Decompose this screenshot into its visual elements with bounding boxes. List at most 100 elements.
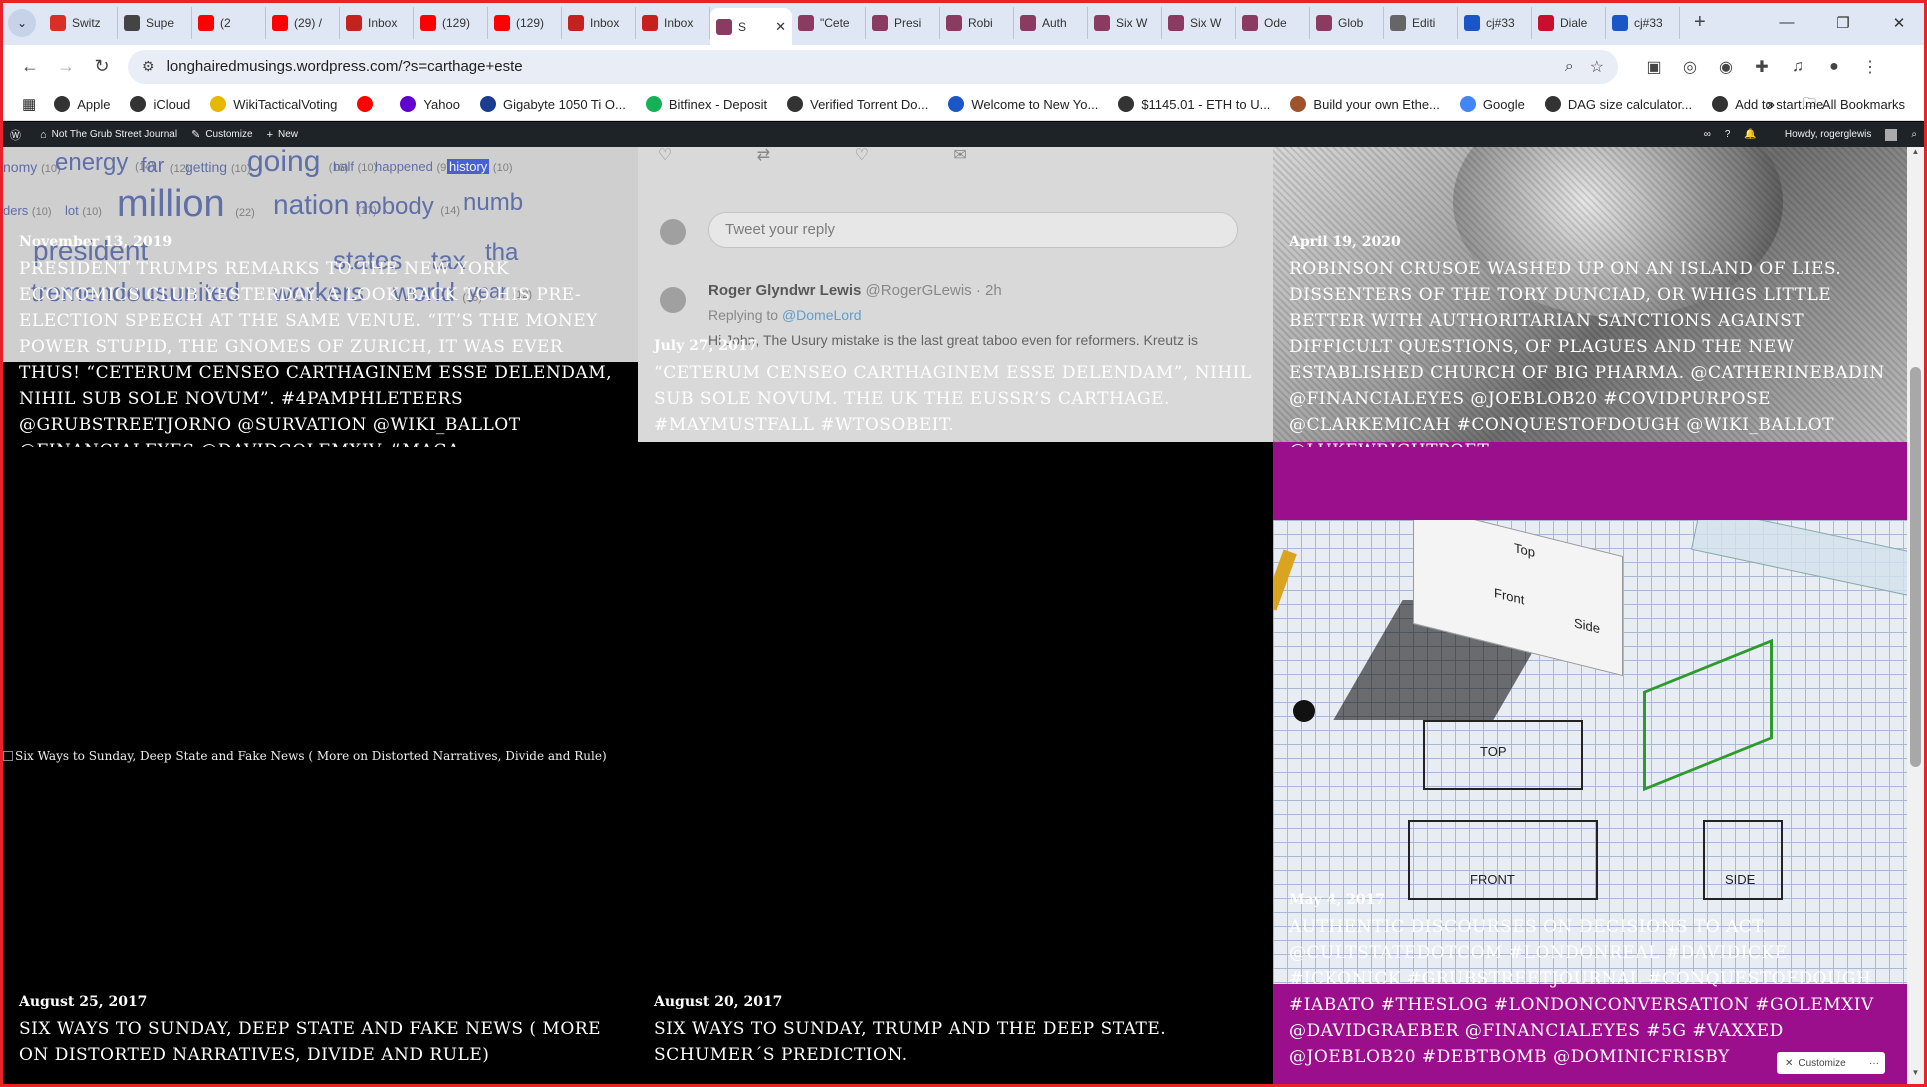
menu-kebab-icon[interactable]: ⋮: [1852, 57, 1888, 77]
zoom-icon[interactable]: ⌕: [1565, 58, 1574, 76]
tab-item[interactable]: Robi: [940, 6, 1014, 39]
extension-icon[interactable]: ◎: [1672, 57, 1708, 77]
tab-item[interactable]: Inbox: [562, 6, 636, 39]
post-caption[interactable]: August 25, 2017 Six Ways to Sunday, Deep…: [3, 987, 638, 1084]
post-date: May 4, 2017: [1289, 892, 1386, 908]
new-content-link[interactable]: + New: [267, 129, 298, 141]
bookmark-item[interactable]: iCloud: [130, 96, 190, 112]
address-bar[interactable]: ⚙ longhairedmusings.wordpress.com/?s=car…: [128, 49, 1618, 84]
bookmark-icon: [1612, 14, 1628, 31]
bookmark-favicon-icon: [54, 96, 71, 112]
customize-link[interactable]: ✎ Customize: [191, 128, 252, 141]
bookmark-item[interactable]: DAG size calculator...: [1544, 96, 1692, 112]
bookmark-icon: [1464, 14, 1480, 31]
notifications-icon[interactable]: 🔔: [1744, 129, 1756, 140]
bookmark-item[interactable]: Apple: [54, 96, 110, 112]
tab-item[interactable]: Inbox: [340, 6, 414, 39]
forward-button[interactable]: →: [48, 56, 84, 77]
tab-item[interactable]: cj#33: [1458, 6, 1532, 39]
scrollbar-thumb[interactable]: [1910, 367, 1921, 767]
ruler-image: [1690, 520, 1907, 598]
youtube-icon: [420, 14, 436, 31]
tab-item[interactable]: (129): [414, 6, 488, 39]
post-title-link[interactable]: President Trumps Remarks to The New York…: [19, 256, 622, 447]
media-control-icon[interactable]: ♫: [1780, 58, 1816, 76]
close-window-button[interactable]: ✕: [1871, 14, 1927, 32]
all-bookmarks-button[interactable]: 🗀 All Bookmarks: [1803, 94, 1905, 116]
bookmark-item[interactable]: $1145.01 - ETH to U...: [1118, 96, 1270, 112]
tab-item[interactable]: Auth: [1014, 6, 1088, 39]
post-title-link[interactable]: Authentic Discourses on Decisions to act…: [1289, 914, 1891, 1070]
extension-icon[interactable]: ▣: [1636, 57, 1672, 77]
tab-item[interactable]: Diale: [1532, 6, 1606, 39]
bookmark-star-icon[interactable]: ☆: [1590, 57, 1604, 77]
post-caption[interactable]: July 27, 2017 “Ceterum censeo Carthagine…: [638, 147, 1273, 447]
apps-grid-icon[interactable]: ▦: [22, 95, 36, 113]
tab-item[interactable]: (2: [192, 6, 266, 39]
site-info-icon[interactable]: ⚙: [142, 58, 155, 75]
post-date: April 19, 2020: [1289, 234, 1401, 250]
bookmark-favicon-icon: [130, 96, 147, 112]
scroll-up-arrow[interactable]: ▲: [1907, 147, 1924, 163]
post-caption[interactable]: August 20, 2017 Six Ways to Sunday, Trum…: [638, 987, 1273, 1084]
bookmark-favicon-icon: [357, 96, 374, 112]
scroll-down-arrow[interactable]: ▼: [1907, 1068, 1924, 1084]
reader-icon[interactable]: ∞: [1704, 129, 1711, 140]
post-title-link[interactable]: Six Ways to Sunday, Trump and the Deep S…: [654, 1016, 1257, 1068]
site-name-link[interactable]: ⌂ Not The Grub Street Journal: [40, 129, 177, 141]
bookmark-item[interactable]: Bitfinex - Deposit: [645, 96, 767, 112]
page-scrollbar[interactable]: ▲ ▼: [1907, 147, 1924, 1084]
tab-item[interactable]: Inbox: [636, 6, 710, 39]
tab-item[interactable]: Supe: [118, 6, 192, 39]
bookmark-favicon-icon: [400, 96, 417, 112]
tab-search-button[interactable]: ⌄: [8, 8, 36, 37]
maximize-button[interactable]: ❐: [1815, 14, 1871, 32]
profile-avatar[interactable]: ●: [1816, 58, 1852, 76]
bookmark-item[interactable]: Verified Torrent Do...: [787, 96, 928, 112]
extension-icon[interactable]: ◉: [1708, 57, 1744, 77]
wordpress-icon: [1020, 14, 1036, 31]
post-caption[interactable]: April 19, 2020 Robinson Crusoe washed up…: [1273, 147, 1907, 447]
extensions-puzzle-icon[interactable]: ✚: [1744, 57, 1780, 77]
tab-item[interactable]: Six W: [1162, 6, 1236, 39]
tab-item[interactable]: Switz: [44, 6, 118, 39]
bookmark-item[interactable]: Yahoo: [400, 96, 460, 112]
tab-item[interactable]: Ode: [1236, 6, 1310, 39]
post-title-link[interactable]: Six Ways to Sunday, Deep State and Fake …: [19, 1016, 622, 1068]
bookmarks-overflow-icon[interactable]: »: [1767, 96, 1775, 113]
post-date: July 27, 2017: [654, 338, 758, 354]
tab-item[interactable]: (129): [488, 6, 562, 39]
wordpress-icon: [872, 14, 888, 31]
search-icon[interactable]: ⌕: [1911, 129, 1917, 140]
bookmark-item[interactable]: WikiTacticalVoting: [210, 96, 337, 112]
tab-item[interactable]: "Cete: [792, 6, 866, 39]
bookmark-item[interactable]: Gigabyte 1050 Ti O...: [479, 96, 626, 112]
wordpress-logo-icon[interactable]: Ⓦ: [10, 127, 26, 143]
tab-item[interactable]: (29) /: [266, 6, 340, 39]
post-title-link[interactable]: Robinson Crusoe washed up on an Island o…: [1289, 256, 1891, 447]
reload-button[interactable]: ↻: [84, 56, 120, 77]
url-text[interactable]: longhairedmusings.wordpress.com/?s=carth…: [167, 58, 1549, 75]
close-tab-icon[interactable]: ✕: [775, 19, 786, 35]
tab-item[interactable]: Editi: [1384, 6, 1458, 39]
customize-chip[interactable]: ✕ Customize ···: [1777, 1052, 1885, 1074]
bookmark-item[interactable]: Build your own Ethe...: [1290, 96, 1440, 112]
bookmark-item[interactable]: Google: [1459, 96, 1525, 112]
help-icon[interactable]: ?: [1725, 129, 1731, 140]
tab-item[interactable]: Presi: [866, 6, 940, 39]
bookmark-favicon-icon: [645, 96, 662, 112]
new-tab-button[interactable]: +: [1694, 11, 1706, 34]
bookmark-item[interactable]: Welcome to New Yo...: [948, 96, 1098, 112]
pencil-image: [1273, 549, 1297, 611]
post-title-link[interactable]: “Ceterum censeo Carthaginem esse delenda…: [654, 360, 1257, 438]
bookmark-item[interactable]: [357, 96, 380, 112]
howdy-account-link[interactable]: Howdy, rogerglewis: [1771, 128, 1898, 141]
tab-item[interactable]: Glob: [1310, 6, 1384, 39]
tab-item[interactable]: S ✕: [710, 8, 792, 45]
tab-item[interactable]: cj#33: [1606, 6, 1680, 39]
back-button[interactable]: ←: [12, 56, 48, 77]
tab-item[interactable]: Six W: [1088, 6, 1162, 39]
post-caption[interactable]: November 13, 2019 President Trumps Remar…: [3, 147, 638, 447]
document-icon: [1390, 14, 1406, 31]
minimize-button[interactable]: —: [1759, 14, 1815, 31]
